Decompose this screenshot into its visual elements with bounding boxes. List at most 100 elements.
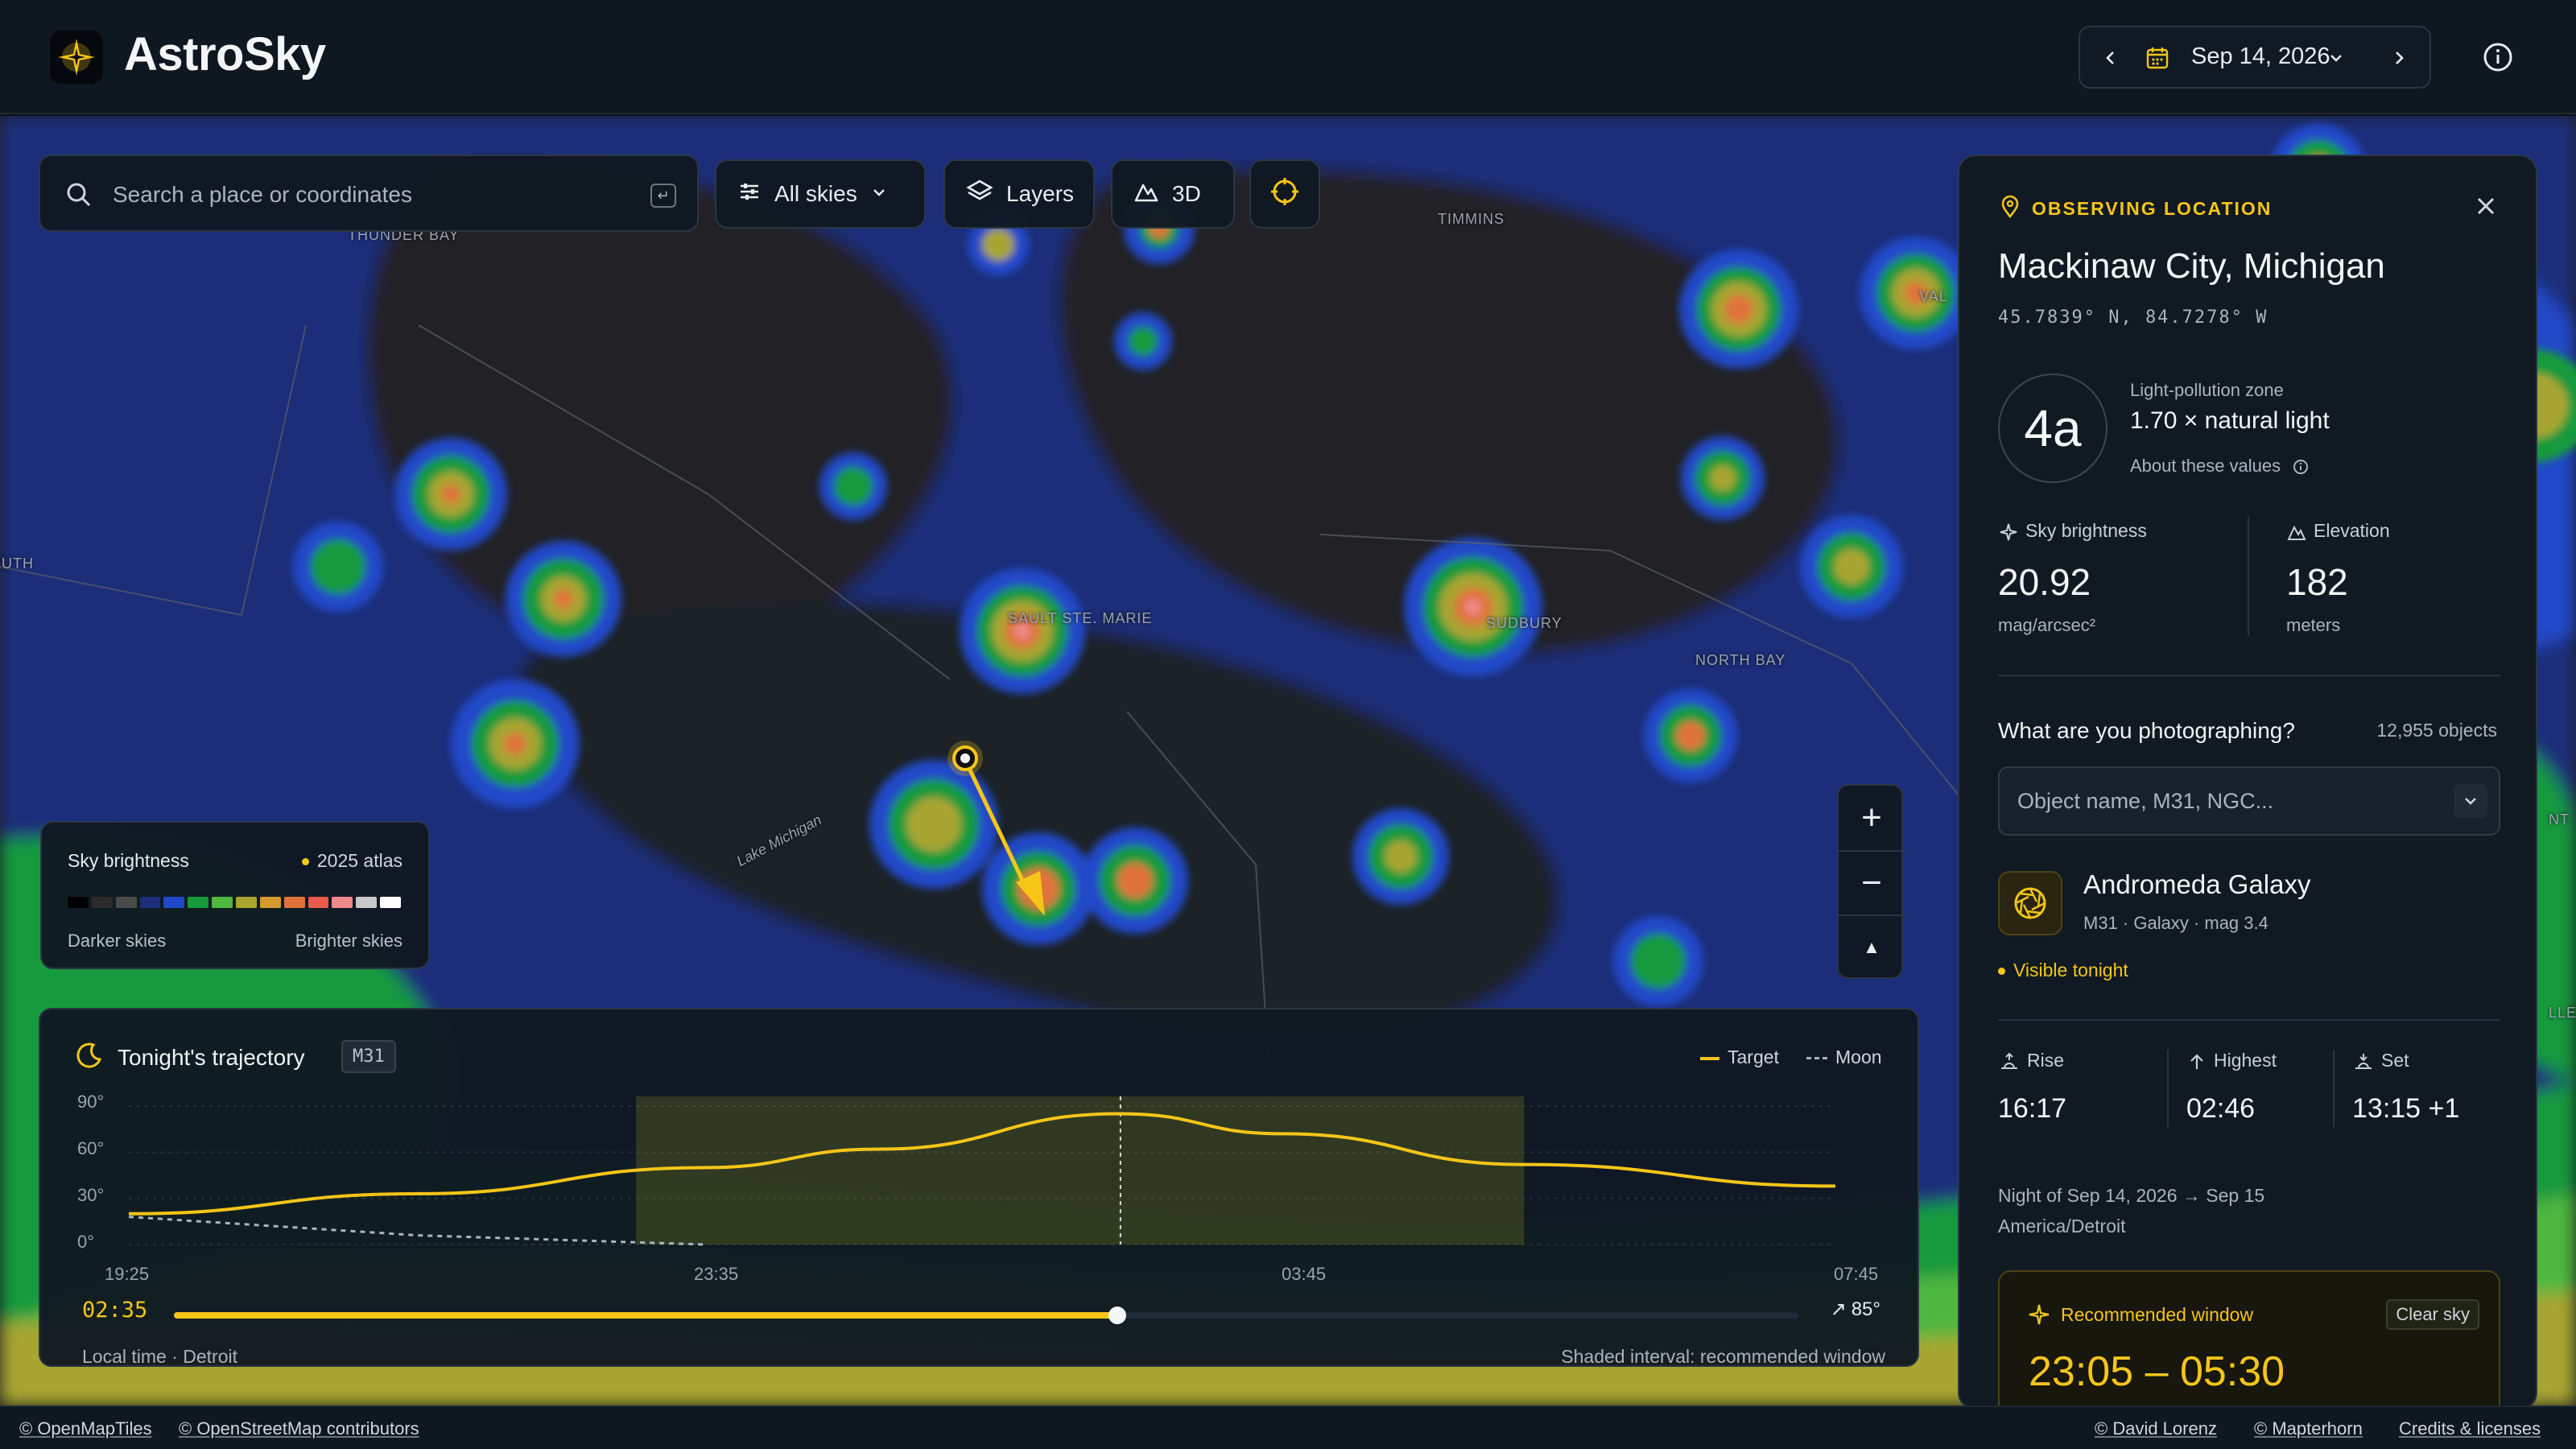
visible-label: Visible tonight — [2013, 960, 2128, 980]
info-icon[interactable] — [2478, 37, 2518, 77]
sky-brightness-value: 20.92 — [1998, 561, 2091, 603]
legend-swatch — [259, 897, 281, 908]
current-altitude: ↗ 85° — [1831, 1298, 1880, 1321]
mapterhorn-link[interactable]: © Mapterhorn — [2254, 1418, 2363, 1439]
all-skies-filter-button[interactable]: All skies — [715, 159, 926, 229]
current-time: 02:35 — [82, 1298, 148, 1323]
about-values-link[interactable]: About these values — [2130, 456, 2310, 477]
sliders-icon — [737, 180, 762, 209]
credits-link[interactable]: Credits & licenses — [2399, 1418, 2541, 1439]
legend-swatch — [188, 897, 209, 908]
legend-swatch — [380, 897, 402, 908]
chevron-down-icon — [870, 181, 888, 207]
object-meta: M31 · Galaxy · mag 3.4 — [2083, 913, 2268, 933]
sky-brightness-unit: mag/arcsec² — [1998, 615, 2096, 635]
timezone-note: Local time · Detroit — [82, 1346, 238, 1367]
date-picker: Sep 14, 2026 — [2079, 26, 2431, 89]
sunrise-icon — [2001, 1052, 2017, 1069]
chevron-down-icon[interactable] — [2454, 784, 2487, 818]
x-tick: 23:35 — [694, 1264, 739, 1284]
about-values-label: About these values — [2130, 456, 2281, 476]
map-label-north-bay: NORTH BAY — [1695, 652, 1786, 668]
calendar-icon — [2145, 45, 2170, 75]
time-slider-handle[interactable] — [1108, 1307, 1126, 1324]
highest-value: 02:46 — [2186, 1093, 2256, 1124]
layers-icon — [966, 178, 993, 211]
rise-stat: Rise — [1998, 1050, 2064, 1073]
legend-badge: 2025 atlas — [301, 850, 402, 872]
zoom-out-button[interactable]: − — [1839, 850, 1905, 914]
status-dot-icon — [1998, 968, 2005, 976]
info-icon — [2293, 460, 2309, 475]
legend-swatch — [356, 897, 378, 908]
location-name: Mackinaw City, Michigan — [1998, 246, 2385, 286]
x-tick: 03:45 — [1282, 1264, 1327, 1284]
divider — [2333, 1050, 2334, 1127]
map-label-sault-ste-marie: SAULT STE. MARIE — [1008, 610, 1153, 626]
search-placeholder: Search a place or coordinates — [113, 182, 412, 207]
3d-label: 3D — [1172, 181, 1201, 206]
layers-label: Layers — [1006, 181, 1075, 206]
sky-brightness-legend: Sky brightness 2025 atlas Darker skies B… — [40, 821, 430, 969]
rise-value: 16:17 — [1998, 1093, 2067, 1124]
highest-stat: Highest — [2186, 1050, 2277, 1072]
object-search-input[interactable]: Object name, M31, NGC... — [1998, 766, 2500, 836]
pin-icon — [1998, 195, 2022, 223]
sparkle-icon — [2027, 1302, 2051, 1331]
chevron-down-icon[interactable] — [2326, 48, 2346, 72]
app-logo-icon[interactable] — [50, 31, 103, 84]
chevron-right-icon[interactable] — [2376, 35, 2421, 80]
recommended-window-shade — [636, 1096, 1525, 1245]
legend-title: Sky brightness — [68, 850, 189, 871]
openmaptiles-link[interactable]: © OpenMapTiles — [19, 1418, 152, 1439]
night-timezone: America/Detroit — [1998, 1216, 2126, 1236]
compass-button[interactable]: ▲ — [1839, 914, 1905, 979]
legend-high-label: Brighter skies — [295, 931, 402, 951]
night-date: Night of Sep 14, 2026 → Sep 15 — [1998, 1185, 2265, 1206]
divider — [1998, 675, 2500, 676]
filter-label: All skies — [774, 181, 857, 206]
attribution-bar: © OpenMapTiles © OpenStreetMap contribut… — [0, 1406, 2576, 1449]
openstreetmap-link[interactable]: © OpenStreetMap contributors — [179, 1418, 419, 1439]
legend-swatch — [236, 897, 257, 908]
legend-swatch — [212, 897, 233, 908]
legend-badge-label: 2025 atlas — [316, 850, 402, 871]
current-altitude-value: 85° — [1851, 1298, 1880, 1320]
search-input[interactable]: Search a place or coordinates ↵ — [39, 155, 699, 232]
trajectory-panel: Tonight's trajectory M31 Target Moon 90°… — [39, 1008, 1919, 1367]
date-value[interactable]: Sep 14, 2026 — [2191, 43, 2330, 70]
elevation-stat: Elevation — [2286, 520, 2390, 543]
rise-label: Rise — [2027, 1050, 2065, 1071]
3d-view-button[interactable]: 3D — [1111, 159, 1235, 229]
object-placeholder: Object name, M31, NGC... — [2017, 789, 2274, 813]
map-label-lle: LLE — [2549, 1005, 2576, 1021]
location-panel: OBSERVING LOCATION Mackinaw City, Michig… — [1958, 155, 2537, 1410]
legend-swatch — [332, 897, 353, 908]
moon-series-line — [128, 1216, 706, 1246]
legend-color-ramp — [68, 897, 404, 908]
map-label-val: VAL — [1919, 288, 1948, 304]
set-value: 13:15 +1 — [2352, 1093, 2460, 1124]
david-lorenz-link[interactable]: © David Lorenz — [2095, 1418, 2217, 1439]
sparkle-icon — [2000, 523, 2017, 541]
close-icon[interactable] — [2468, 188, 2504, 224]
elevation-label: Elevation — [2314, 520, 2390, 541]
object-name: Andromeda Galaxy — [2083, 869, 2311, 899]
recommended-window: Recommended window Clear sky 23:05 – 05:… — [1998, 1270, 2500, 1409]
x-tick: 19:25 — [105, 1264, 150, 1284]
zoom-in-button[interactable]: + — [1839, 786, 1905, 850]
sunset-icon — [2355, 1053, 2372, 1069]
chevron-left-icon[interactable] — [2088, 35, 2133, 80]
mountain-icon — [2287, 525, 2306, 540]
night-info: Night of Sep 14, 2026 → Sep 15 America/D… — [1998, 1180, 2264, 1241]
shading-note: Shaded interval: recommended window — [1561, 1346, 1885, 1367]
mountain-icon — [1133, 179, 1159, 210]
locate-button[interactable] — [1249, 159, 1320, 229]
arrow-up-icon — [2190, 1054, 2203, 1069]
map-label-sudbury: SUDBURY — [1486, 615, 1563, 631]
map-label-nt: NT — [2549, 811, 2570, 828]
object-question: What are you photographing? — [1998, 718, 2295, 743]
top-bar: AstroSky Sep 14, 2026 — [0, 0, 2576, 114]
layers-button[interactable]: Layers — [943, 159, 1095, 229]
elevation-unit: meters — [2286, 615, 2341, 635]
